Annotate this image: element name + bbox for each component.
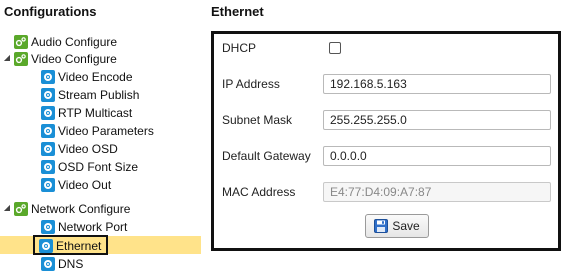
tree-item-label: Video Encode [58, 69, 133, 84]
tree-item-label: Video OSD [58, 141, 118, 156]
tree-item-video-encode[interactable]: Video Encode [41, 68, 133, 85]
tree-item-label: Video Out [58, 177, 112, 192]
page-title: Ethernet [211, 4, 264, 19]
tree-item-label: Video Configure [31, 51, 117, 66]
save-button-label: Save [392, 219, 420, 233]
tree-item-video-parameters[interactable]: Video Parameters [41, 122, 154, 139]
tree-item-network-configure[interactable]: Network Configure [14, 200, 130, 217]
dhcp-checkbox[interactable] [329, 42, 341, 54]
tree-item-label: Video Parameters [58, 123, 154, 138]
tree-item-audio-configure[interactable]: Audio Configure [14, 33, 117, 50]
tree-item-network-port[interactable]: Network Port [41, 218, 127, 235]
tree-item-dns[interactable]: DNS [41, 255, 83, 272]
tree-item-video-osd[interactable]: Video OSD [41, 140, 118, 157]
ip-address-input[interactable] [323, 74, 551, 94]
ethernet-form: DHCP IP Address Subnet Mask Default Gate… [211, 31, 561, 251]
mac-address-input[interactable] [323, 182, 551, 202]
sidebar: Configurations Audio Configure ◢ Video C… [0, 0, 201, 272]
default-gateway-input[interactable] [323, 146, 551, 166]
sidebar-title: Configurations [4, 4, 97, 19]
gear-icon [41, 177, 55, 192]
tree-item-osd-font-size[interactable]: OSD Font Size [41, 158, 138, 175]
default-gateway-label: Default Gateway [222, 149, 311, 163]
dhcp-label: DHCP [222, 41, 257, 55]
gear-icon [41, 87, 55, 102]
tree-item-label: RTP Multicast [58, 105, 133, 120]
tree-item-label: Network Configure [31, 201, 131, 216]
tree-item-rtp-multicast[interactable]: RTP Multicast [41, 104, 132, 121]
mac-address-label: MAC Address [222, 185, 296, 199]
tree-item-label: Audio Configure [31, 34, 118, 49]
gear-icon [41, 219, 55, 234]
floppy-disk-icon [374, 219, 389, 233]
gears-icon [14, 34, 28, 49]
tree-item-label: Network Port [58, 219, 128, 234]
selection-highlight-box [33, 235, 108, 255]
subnet-mask-input[interactable] [323, 110, 551, 130]
save-button[interactable]: Save [365, 214, 429, 238]
gear-icon [41, 256, 55, 271]
gears-icon [14, 201, 28, 216]
tree-item-video-configure[interactable]: Video Configure [14, 50, 117, 67]
tree-item-video-out[interactable]: Video Out [41, 176, 111, 193]
subnet-mask-label: Subnet Mask [222, 113, 293, 127]
gear-icon [41, 69, 55, 84]
gears-icon [14, 51, 28, 66]
tree-item-label: OSD Font Size [58, 159, 139, 174]
gear-icon [41, 159, 55, 174]
tree-item-label: Stream Publish [58, 87, 140, 102]
ip-address-label: IP Address [222, 77, 280, 91]
collapse-arrow-icon[interactable]: ◢ [2, 53, 12, 62]
gear-icon [41, 123, 55, 138]
gear-icon [41, 105, 55, 120]
gear-icon [41, 141, 55, 156]
tree-item-label: DNS [58, 256, 84, 271]
tree-item-stream-publish[interactable]: Stream Publish [41, 86, 139, 103]
collapse-arrow-icon[interactable]: ◢ [2, 203, 12, 212]
